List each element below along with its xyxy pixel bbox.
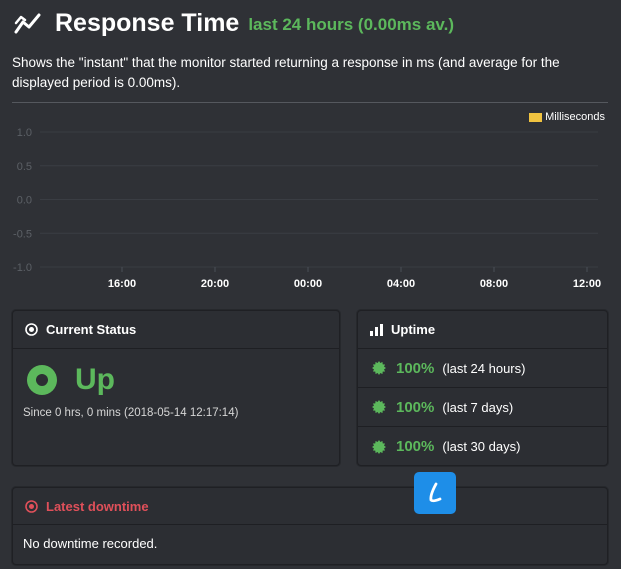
header-divider: [12, 102, 608, 103]
uptime-panel: Uptime 100% (last 24 hours) 100% (last 7…: [357, 310, 608, 466]
response-time-chart[interactable]: 1.0 0.5 0.0 -0.5 -1.0 16:00 20:00 00:00 04:00 08:…: [0, 104, 621, 304]
page-header: Response Time last 24 hours (0.00ms av.): [13, 8, 454, 38]
bar-chart-icon: [370, 323, 383, 336]
current-status-body: Up Since 0 hrs, 0 mins (2018-05-14 12:17…: [13, 349, 339, 419]
x-tick-label: 08:00: [480, 278, 508, 290]
uptime-row: 100% (last 30 days): [358, 427, 607, 466]
uptime-header: Uptime: [358, 311, 607, 349]
current-status-header: Current Status: [13, 311, 339, 349]
uptime-period: (last 24 hours): [442, 360, 526, 376]
alert-record-icon: [25, 499, 38, 513]
chart-canvas: 1.0 0.5 0.0 -0.5 -1.0 16:00 20:00 00:00 04:00 08:…: [13, 127, 601, 290]
y-tick-label: 0.0: [17, 195, 32, 207]
current-status-panel: Current Status Up Since 0 hrs, 0 mins (2…: [12, 310, 340, 466]
page-description: Shows the "instant" that the monitor sta…: [12, 55, 560, 90]
uptime-period: (last 7 days): [442, 399, 514, 415]
watermark-logo: [414, 472, 456, 514]
y-tick-label: 0.5: [17, 161, 32, 173]
uptime-pct: 100%: [396, 398, 435, 416]
record-icon: [25, 323, 38, 336]
latest-downtime-title: Latest downtime: [46, 498, 149, 514]
page-title: Response Time: [55, 8, 240, 37]
y-tick-label: -1.0: [13, 262, 32, 274]
uptime-list: 100% (last 24 hours) 100% (last 7 days) …: [358, 349, 607, 466]
uptime-row: 100% (last 24 hours): [358, 349, 607, 388]
x-tick-label: 16:00: [108, 278, 136, 290]
status-state: Up: [75, 363, 115, 396]
uptime-pct: 100%: [396, 359, 435, 377]
uptime-title: Uptime: [391, 322, 436, 337]
page-subtitle: last 24 hours (0.00ms av.): [248, 15, 454, 34]
status-up-icon: [27, 365, 57, 395]
uptime-pct: 100%: [396, 438, 435, 455]
current-status-title: Current Status: [46, 322, 137, 337]
badge-check-icon: [372, 400, 386, 414]
uptime-row: 100% (last 7 days): [358, 388, 607, 427]
uptime-period: (last 30 days): [442, 439, 521, 454]
badge-check-icon: [372, 439, 386, 454]
x-tick-label: 20:00: [201, 278, 229, 290]
chart-legend[interactable]: Milliseconds: [529, 111, 605, 123]
x-tick-label: 04:00: [387, 278, 415, 290]
status-since: Since 0 hrs, 0 mins (2018-05-14 12:17:14…: [23, 407, 239, 419]
response-time-icon: [14, 13, 41, 34]
legend-swatch: [529, 112, 543, 122]
y-tick-label: 1.0: [17, 127, 32, 139]
legend-label: Milliseconds: [545, 111, 605, 123]
badge-check-icon: [372, 361, 386, 375]
status-indicator: Up: [27, 363, 339, 397]
latest-downtime-panel: Latest downtime No downtime recorded.: [12, 487, 608, 565]
y-tick-label: -0.5: [13, 228, 32, 240]
downtime-message: No downtime recorded.: [23, 536, 158, 551]
x-tick-label: 12:00: [573, 278, 601, 290]
latest-downtime-header: Latest downtime: [13, 488, 607, 525]
x-tick-label: 00:00: [294, 278, 322, 290]
